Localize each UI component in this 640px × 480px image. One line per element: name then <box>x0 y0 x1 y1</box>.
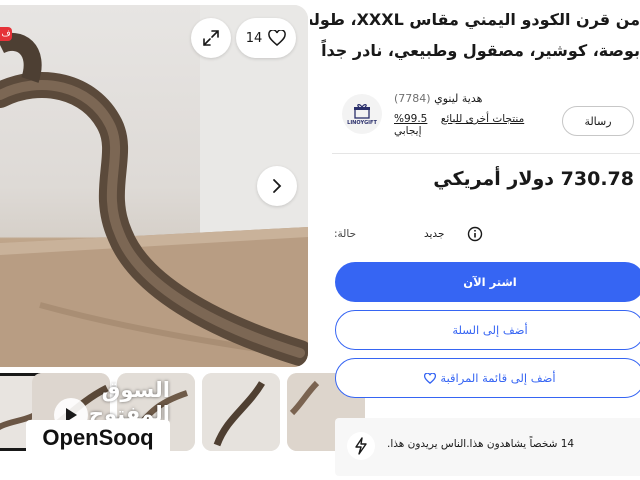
seller-other-items-link[interactable]: منتجات أخرى للبائع <box>441 113 524 125</box>
watermark-arabic: السوق المفتوح <box>88 378 170 426</box>
seller-card: رسالة (7784) هدية لينوي منتجات أخرى للبا… <box>332 82 640 154</box>
watchers-count: 14 <box>245 30 263 46</box>
product-title: من قرن الكودو اليمني مقاس XXXL، طوله 52 … <box>310 4 640 66</box>
watermark-logo: OpenSooq <box>26 420 170 456</box>
social-proof-banner: 14 شخصاً يشاهدون هذا.الناس يريدون هذا. <box>335 418 640 476</box>
status-badge: ف <box>0 27 12 41</box>
seller-logo[interactable]: LINOYGIFT <box>342 94 382 134</box>
add-to-watchlist-button[interactable]: أضف إلى قائمة المراقبة <box>335 358 640 398</box>
expand-button[interactable] <box>191 18 231 58</box>
seller-info[interactable]: (7784) هدية لينوي <box>394 92 544 105</box>
watchlist-label: أضف إلى قائمة المراقبة <box>440 371 556 385</box>
condition-row: حالة: جديد <box>334 224 640 248</box>
gift-icon <box>354 103 370 119</box>
seller-rating-count: (7784) <box>394 92 431 105</box>
message-seller-button[interactable]: رسالة <box>562 106 634 136</box>
title-line-2: بوصة، كوشير، مصقول وطبيعي، نادر جداً <box>321 41 640 60</box>
buy-now-button[interactable]: اشتر الآن <box>335 262 640 302</box>
expand-icon <box>203 30 219 46</box>
social-proof-text: 14 شخصاً يشاهدون هذا.الناس يريدون هذا. <box>387 438 575 450</box>
next-image-button[interactable] <box>257 166 297 206</box>
seller-logo-text: LINOYGIFT <box>347 119 377 126</box>
seller-stats: منتجات أخرى للبائع 99.5% إيجابي <box>394 113 544 137</box>
watchers-button[interactable]: 14 <box>236 18 296 58</box>
heart-icon <box>268 30 287 46</box>
product-details: من قرن الكودو اليمني مقاس XXXL، طوله 52 … <box>310 0 640 480</box>
seller-feedback-percent[interactable]: 99.5% <box>394 113 427 125</box>
product-price: 730.78 دولار أمريكي <box>433 168 634 190</box>
heart-icon <box>424 372 437 384</box>
thumbnail-image <box>202 373 280 451</box>
title-line-1: من قرن الكودو اليمني مقاس XXXL، طوله 52 <box>310 10 640 29</box>
info-icon[interactable] <box>467 226 483 242</box>
seller-name: هدية لينوي <box>434 92 483 105</box>
chevron-right-icon <box>273 179 282 193</box>
seller-feedback-label: إيجابي <box>394 125 422 137</box>
lightning-icon <box>347 432 375 460</box>
product-gallery: ف 14 السوق المفتوح OpenSooq <box>0 0 365 480</box>
condition-label: حالة: <box>334 228 357 240</box>
thumbnail-4[interactable] <box>202 373 280 451</box>
condition-value: جديد <box>424 228 445 240</box>
add-to-cart-button[interactable]: أضف إلى السلة <box>335 310 640 350</box>
